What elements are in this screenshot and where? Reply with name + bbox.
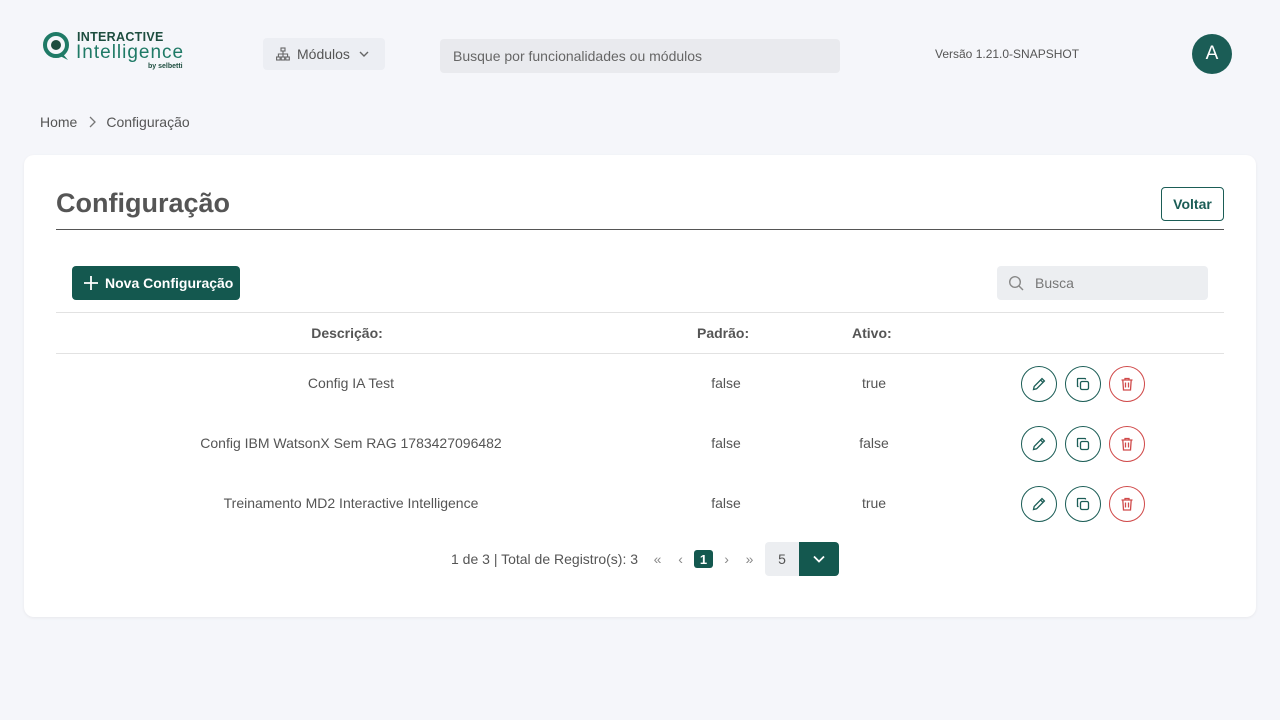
copy-icon <box>1076 437 1090 451</box>
chevron-down-icon <box>813 555 825 563</box>
edit-button[interactable] <box>1021 426 1057 462</box>
cell-ativo: false <box>859 435 889 451</box>
edit-button[interactable] <box>1021 366 1057 402</box>
copy-icon <box>1076 377 1090 391</box>
page-size-dropdown[interactable] <box>799 542 840 576</box>
global-search-input[interactable] <box>440 39 840 73</box>
cell-descricao: Treinamento MD2 Interactive Intelligence <box>223 495 479 511</box>
chevron-right-icon <box>89 116 97 128</box>
delete-button[interactable] <box>1109 426 1145 462</box>
copy-icon <box>1076 497 1090 511</box>
row-actions <box>1021 426 1145 462</box>
trash-icon <box>1121 437 1133 451</box>
trash-icon <box>1121 377 1133 391</box>
search-icon <box>1008 275 1024 296</box>
app-header: INTERACTIVE Intelligence by selbetti Mód… <box>0 0 1280 108</box>
logo-mark-icon <box>43 32 69 60</box>
app-logo[interactable]: INTERACTIVE Intelligence by selbetti <box>42 30 192 74</box>
next-page-button[interactable]: › <box>715 549 738 569</box>
cell-ativo: true <box>861 375 887 391</box>
modules-label: Módulos <box>297 46 350 62</box>
delete-button[interactable] <box>1109 366 1145 402</box>
breadcrumb: Home Configuração <box>40 114 190 130</box>
plus-icon <box>84 276 98 290</box>
cell-padrao: false <box>711 495 741 511</box>
last-page-button[interactable]: » <box>738 549 761 569</box>
table-header: Descrição: Padrão: Ativo: <box>56 312 1224 354</box>
org-icon <box>276 47 290 61</box>
table-row: Config IBM WatsonX Sem RAG 1783427096482… <box>56 414 1224 474</box>
cell-padrao: false <box>711 375 741 391</box>
delete-button[interactable] <box>1109 486 1145 522</box>
chevron-down-icon <box>359 51 369 57</box>
page-title: Configuração <box>56 188 231 218</box>
modules-menu-button[interactable]: Módulos <box>263 38 385 70</box>
breadcrumb-home[interactable]: Home <box>40 114 77 130</box>
config-table: Descrição: Padrão: Ativo: Config IA Test… <box>56 312 1224 534</box>
cell-padrao: false <box>711 435 741 451</box>
logo-line2: Intelligence <box>76 42 185 63</box>
table-search-input[interactable] <box>1035 266 1205 300</box>
edit-icon <box>1032 437 1046 451</box>
cell-ativo: true <box>861 495 887 511</box>
duplicate-button[interactable] <box>1065 366 1101 402</box>
breadcrumb-current: Configuração <box>106 114 190 130</box>
edit-icon <box>1032 497 1046 511</box>
pagination-info: 1 de 3 | Total de Registro(s): 3 <box>451 551 639 567</box>
row-actions <box>1021 486 1145 522</box>
duplicate-button[interactable] <box>1065 426 1101 462</box>
page-size-value: 5 <box>765 542 800 576</box>
back-button[interactable]: Voltar <box>1161 187 1224 221</box>
new-config-button[interactable]: Nova Configuração <box>72 266 240 300</box>
edit-icon <box>1032 377 1046 391</box>
table-row: Treinamento MD2 Interactive Intelligence… <box>56 474 1224 534</box>
cell-descricao: Config IA Test <box>307 375 395 391</box>
edit-button[interactable] <box>1021 486 1057 522</box>
first-page-button[interactable]: « <box>646 549 669 569</box>
new-config-label: Nova Configuração <box>105 275 234 291</box>
col-ativo: Ativo: <box>852 325 892 341</box>
version-label: Versão 1.21.0-SNAPSHOT <box>935 47 1080 61</box>
table-row: Config IA Test false true <box>56 354 1224 414</box>
current-page[interactable]: 1 <box>694 550 714 568</box>
col-descricao: Descrição: <box>311 325 383 341</box>
cell-descricao: Config IBM WatsonX Sem RAG 1783427096482 <box>200 435 502 451</box>
trash-icon <box>1121 497 1133 511</box>
title-divider <box>56 229 1224 230</box>
col-padrao: Padrão: <box>697 325 750 341</box>
user-avatar[interactable]: A <box>1192 34 1232 74</box>
config-card: Configuração Voltar Nova Configuração De… <box>24 155 1256 617</box>
logo-line3: by selbetti <box>148 63 183 70</box>
table-search <box>997 266 1208 300</box>
page-size-select[interactable]: 5 <box>765 542 840 576</box>
row-actions <box>1021 366 1145 402</box>
prev-page-button[interactable]: ‹ <box>669 549 692 569</box>
duplicate-button[interactable] <box>1065 486 1101 522</box>
pagination: 1 de 3 | Total de Registro(s): 3 « ‹ 1 ›… <box>451 542 840 576</box>
